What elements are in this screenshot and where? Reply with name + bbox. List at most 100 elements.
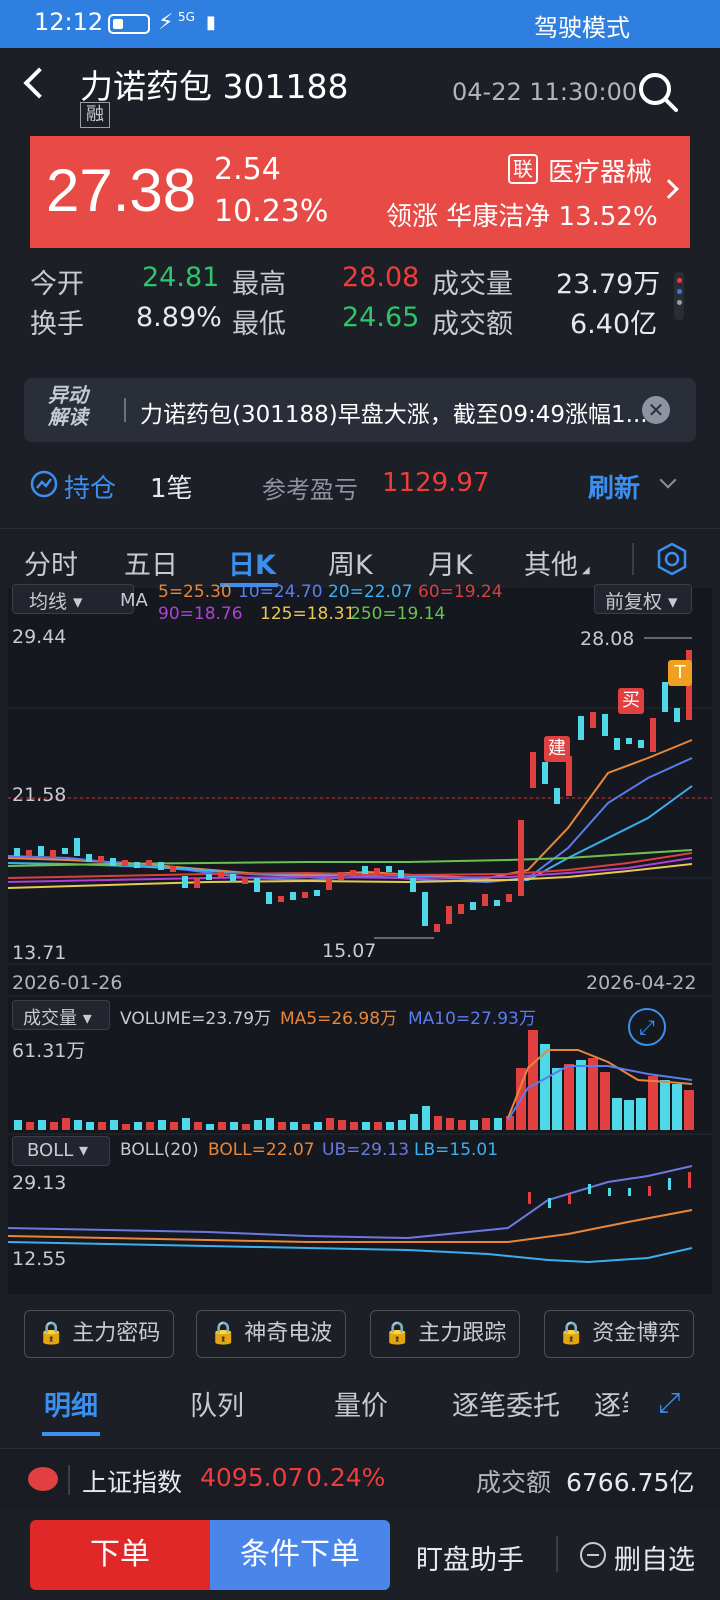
price-panel[interactable]: 27.38 2.54 10.23% 联 医疗器械 领涨 华康洁净 13.52% — [30, 136, 690, 248]
tab-5day[interactable]: 五日 — [124, 543, 178, 582]
boll-selector[interactable]: BOLL ▾ — [12, 1136, 110, 1166]
build-marker[interactable]: 建 — [544, 736, 570, 762]
lock-button-label: 主力跟踪 — [418, 1321, 507, 1346]
amount-label: 成交额 — [432, 309, 513, 340]
buy-marker[interactable]: 买 — [618, 688, 644, 714]
holding-count: 1笔 — [150, 474, 193, 504]
minus-circle-icon — [580, 1542, 606, 1568]
close-icon[interactable]: ✕ — [642, 396, 670, 424]
boll-mid: BOLL=22.07 — [208, 1140, 315, 1160]
search-icon[interactable] — [636, 70, 680, 114]
date-start: 2026-01-26 — [12, 972, 123, 994]
stock-header: 力诺药包 301188 融 04-22 11:30:00 — [0, 48, 720, 134]
lock-button-label: 主力密码 — [72, 1321, 161, 1346]
fullscreen-icon[interactable]: ⤢ — [658, 1386, 680, 1420]
index-value: 4095.07 — [200, 1463, 304, 1492]
lock-button-wave[interactable]: 🔒 神奇电波 — [196, 1310, 346, 1358]
t-marker[interactable]: T — [668, 660, 692, 686]
quote-stats: 今开 24.81 最高 28.08 成交量 23.79万 换手 8.89% 最低… — [0, 256, 720, 348]
index-pct: 0.24% — [306, 1463, 386, 1492]
tab-queue[interactable]: 队列 — [190, 1384, 244, 1423]
tab-detail[interactable]: 明细 — [44, 1384, 98, 1423]
holding-label[interactable]: 持仓 — [64, 468, 116, 505]
tab-volume-price[interactable]: 量价 — [334, 1384, 388, 1423]
period-tabs: 分时 五日 日K 周K 月K 其他 ◢ — [0, 528, 720, 588]
more-dots-icon[interactable] — [674, 272, 684, 320]
driving-mode[interactable]: 驾驶模式 — [534, 8, 630, 43]
turnover-label: 换手 — [30, 309, 84, 340]
tab-monthly-k[interactable]: 月K — [428, 543, 473, 582]
stock-name: 力诺药包 301188 — [80, 67, 349, 106]
ma20-value: 20=22.07 — [328, 582, 413, 602]
lock-button-track[interactable]: 🔒 主力跟踪 — [370, 1310, 520, 1358]
detail-tabs: 明细 队列 量价 逐笔委托 逐笔 ⤢ — [0, 1370, 720, 1442]
news-tag: 异动 解读 — [48, 384, 88, 428]
tab-underline — [42, 1432, 100, 1436]
index-bar[interactable]: 上证指数 4095.07 0.24% 成交额 6766.75亿 — [0, 1448, 720, 1510]
gear-icon[interactable] — [654, 541, 690, 577]
network-label: 5G — [178, 10, 195, 24]
order-button[interactable]: 下单 — [30, 1520, 210, 1590]
refresh-button[interactable]: 刷新 — [588, 468, 640, 505]
tab-tick-by-tick[interactable]: 逐笔 — [594, 1384, 628, 1423]
news-banner[interactable]: 异动 解读 力诺药包(301188)早盘大涨，截至09:49涨幅1... ✕ — [24, 378, 696, 442]
lock-button-fund[interactable]: 🔒 资金博弈 — [544, 1310, 694, 1358]
back-icon[interactable] — [23, 67, 55, 99]
volume-selector[interactable]: 成交量 ▾ — [12, 1000, 110, 1030]
ma5-value: 5=25.30 — [158, 582, 232, 602]
boll-lb: LB=15.01 — [414, 1140, 499, 1160]
high-value: 28.08 — [342, 262, 420, 293]
chevron-right-icon — [659, 179, 679, 199]
divider — [68, 1465, 70, 1495]
tab-other[interactable]: 其他 — [524, 543, 578, 582]
volume-axis-top: 61.31万 — [12, 1040, 86, 1062]
boll-select-label: BOLL — [27, 1140, 74, 1161]
adjust-label: 前复权 — [605, 591, 663, 613]
remove-watchlist-button[interactable]: 删自选 — [614, 1538, 695, 1577]
ma-selector[interactable]: 均线 ▾ — [12, 584, 134, 614]
boll-axis-top: 29.13 — [12, 1172, 67, 1194]
news-tag-line2: 解读 — [48, 405, 88, 429]
index-amount: 6766.75亿 — [566, 1468, 695, 1497]
boll-axis-bottom: 12.55 — [12, 1248, 67, 1270]
charging-icon: ⚡ — [158, 10, 174, 35]
battery-icon — [108, 14, 150, 34]
lock-button-main-code[interactable]: 🔒 主力密码 — [24, 1310, 174, 1358]
signal-icon: ▮ — [206, 12, 216, 33]
chart-circle-icon — [30, 470, 58, 498]
ma60-value: 60=19.24 — [418, 582, 503, 602]
y-axis-bottom: 13.71 — [12, 942, 67, 964]
chevron-down-icon[interactable] — [659, 471, 677, 489]
lock-button-label: 资金博弈 — [592, 1321, 681, 1346]
ma125-value: 125=18.31 — [260, 604, 356, 624]
tab-weekly-k[interactable]: 周K — [328, 543, 373, 582]
action-bar: 下单 条件下单 盯盘助手 删自选 — [0, 1516, 720, 1600]
watch-assistant-button[interactable]: 盯盘助手 — [416, 1538, 524, 1577]
holdings-row: 持仓 1笔 参考盈亏 1129.97 刷新 — [0, 458, 720, 518]
ma250-value: 250=19.14 — [350, 604, 446, 624]
volume-value: 23.79万 — [556, 269, 661, 300]
adjust-selector[interactable]: 前复权 ▾ — [594, 584, 692, 614]
lock-button-label: 神奇电波 — [244, 1321, 333, 1346]
kline-chart-area[interactable]: 均线 ▾ MA 5=25.30 10=24.70 20=22.07 60=19.… — [7, 582, 712, 1294]
tab-intraday[interactable]: 分时 — [24, 543, 78, 582]
status-bar: 12:12 ⚡ 5G ▮ 驾驶模式 — [0, 0, 720, 48]
amount-value: 6.40亿 — [570, 309, 658, 340]
volume-label: 成交量 — [432, 269, 513, 300]
tab-order-by-order[interactable]: 逐笔委托 — [452, 1384, 560, 1423]
high-marker: 28.08 — [580, 628, 635, 650]
sector-name: 医疗器械 — [548, 158, 653, 188]
tab-daily-k[interactable]: 日K — [228, 543, 276, 582]
volume-ma10: MA10=27.93万 — [408, 1009, 536, 1029]
volume-value-label: VOLUME=23.79万 — [120, 1009, 272, 1029]
y-axis-top: 29.44 — [12, 626, 67, 648]
boll-title: BOLL(20) — [120, 1140, 199, 1160]
margin-badge: 融 — [80, 102, 110, 128]
volume-bars — [14, 1030, 694, 1130]
conditional-order-button[interactable]: 条件下单 — [210, 1520, 390, 1590]
news-text: 力诺药包(301188)早盘大涨，截至09:49涨幅1... — [140, 402, 648, 428]
expand-icon[interactable]: ⤢ — [628, 1008, 666, 1046]
price-change-pct: 10.23% — [214, 194, 329, 229]
turnover-value: 8.89% — [136, 302, 222, 333]
open-label: 今开 — [30, 269, 84, 300]
